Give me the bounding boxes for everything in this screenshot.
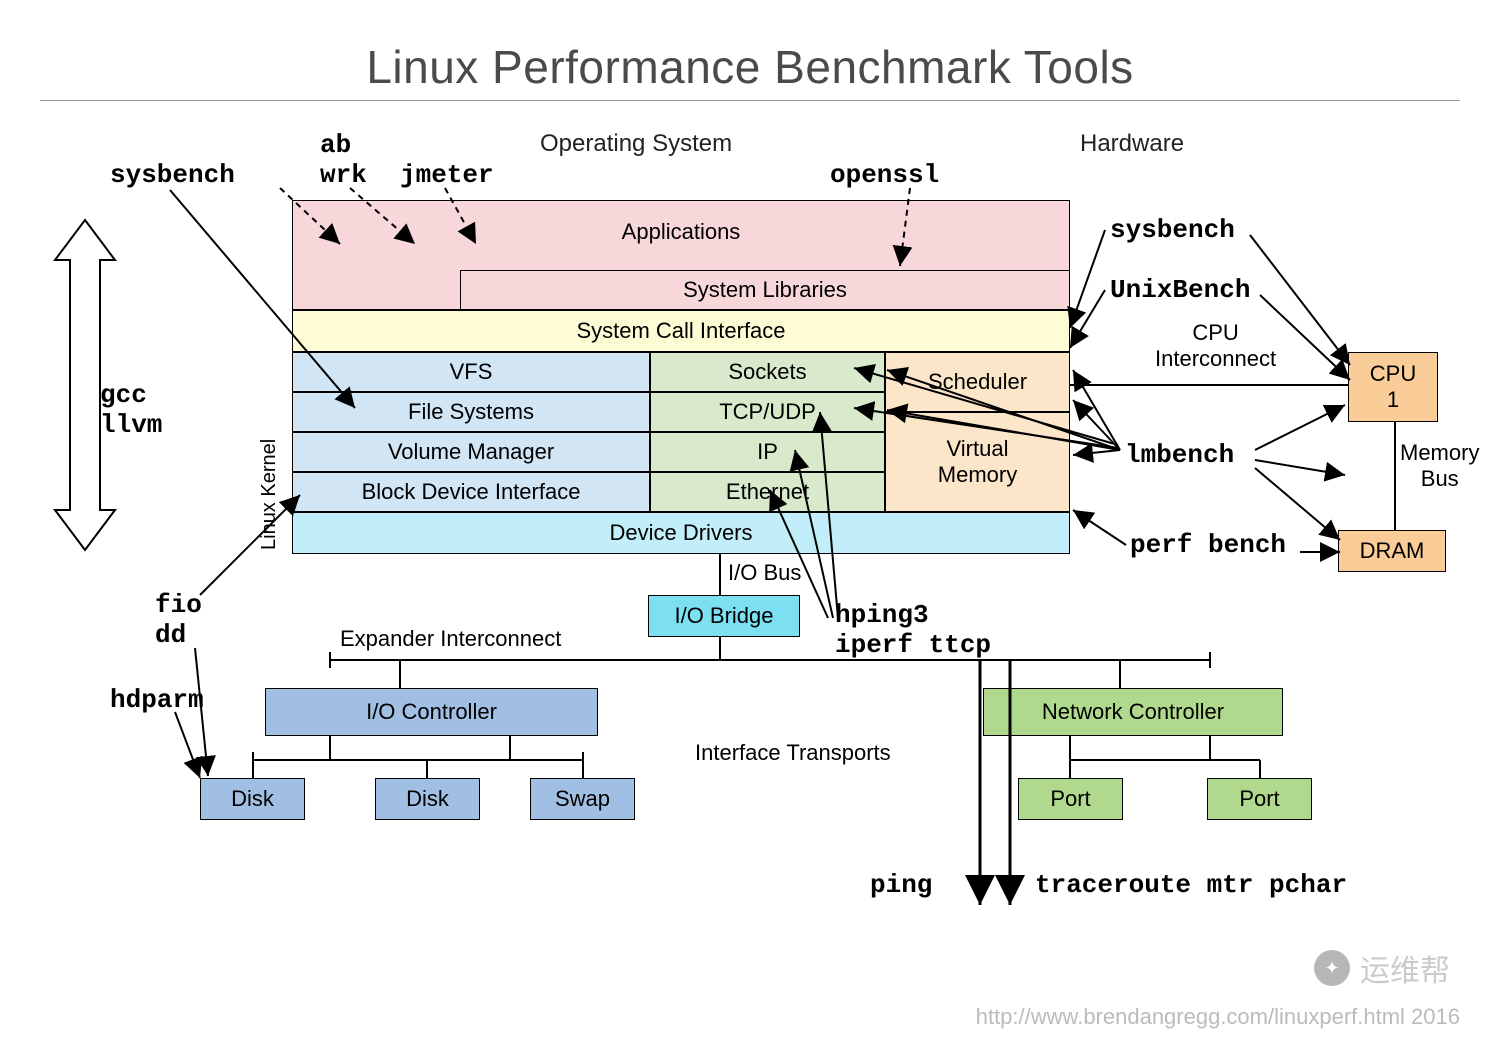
label-io-bus: I/O Bus	[728, 560, 801, 586]
tool-ab: ab	[320, 130, 351, 160]
tool-gcc: gcc	[100, 380, 147, 410]
block-volume-manager: Volume Manager	[292, 432, 650, 472]
wechat-icon: ✦	[1314, 950, 1350, 986]
block-system-libraries: System Libraries	[460, 270, 1070, 310]
label-linux-kernel: Linux Kernel	[258, 360, 281, 550]
tool-unixbench: UnixBench	[1110, 275, 1250, 305]
block-io-bridge: I/O Bridge	[648, 595, 800, 637]
tool-fio: fio	[155, 590, 202, 620]
block-sockets: Sockets	[650, 352, 885, 392]
block-cpu-1: CPU 1	[1348, 352, 1438, 422]
tool-perfbench: perf bench	[1130, 530, 1286, 560]
section-os: Operating System	[540, 130, 732, 158]
tool-jmeter: jmeter	[400, 160, 494, 190]
label-cpu-interconnect: CPU Interconnect	[1155, 320, 1276, 372]
block-ip: IP	[650, 432, 885, 472]
watermark-text: 运维帮	[1360, 946, 1450, 990]
tool-dd: dd	[155, 620, 186, 650]
page-title: Linux Performance Benchmark Tools	[0, 40, 1500, 94]
tool-sysbench-2: sysbench	[1110, 215, 1235, 245]
block-block-device-interface: Block Device Interface	[292, 472, 650, 512]
block-syscall-interface: System Call Interface	[292, 310, 1070, 352]
block-dram: DRAM	[1338, 530, 1446, 572]
block-network-controller: Network Controller	[983, 688, 1283, 736]
block-disk-1: Disk	[200, 778, 305, 820]
block-port-1: Port	[1018, 778, 1123, 820]
section-hardware: Hardware	[1080, 130, 1184, 158]
block-io-controller: I/O Controller	[265, 688, 598, 736]
block-port-2: Port	[1207, 778, 1312, 820]
title-divider	[40, 100, 1460, 101]
block-ethernet: Ethernet	[650, 472, 885, 512]
tool-sysbench: sysbench	[110, 160, 235, 190]
label-expander-interconnect: Expander Interconnect	[340, 626, 561, 652]
tool-openssl: openssl	[830, 160, 939, 190]
block-virtual-memory: Virtual Memory	[885, 412, 1070, 512]
tool-lmbench: lmbench	[1125, 440, 1234, 470]
block-device-drivers: Device Drivers	[292, 512, 1070, 554]
block-file-systems: File Systems	[292, 392, 650, 432]
watermark: ✦ 运维帮	[1314, 946, 1450, 990]
tool-hping3: hping3	[835, 600, 929, 630]
tool-iperf-ttcp: iperf ttcp	[835, 630, 991, 660]
block-vfs: VFS	[292, 352, 650, 392]
tool-hdparm: hdparm	[110, 685, 204, 715]
label-interface-transports: Interface Transports	[695, 740, 891, 766]
block-tcp-udp: TCP/UDP	[650, 392, 885, 432]
tool-traceroute: traceroute mtr pchar	[1035, 870, 1347, 900]
block-swap: Swap	[530, 778, 635, 820]
label-memory-bus: Memory Bus	[1400, 440, 1479, 492]
block-disk-2: Disk	[375, 778, 480, 820]
tool-wrk: wrk	[320, 160, 367, 190]
footer-url: http://www.brendangregg.com/linuxperf.ht…	[976, 1004, 1460, 1030]
tool-llvm: llvm	[100, 410, 162, 440]
block-scheduler: Scheduler	[885, 352, 1070, 412]
tool-ping: ping	[870, 870, 932, 900]
